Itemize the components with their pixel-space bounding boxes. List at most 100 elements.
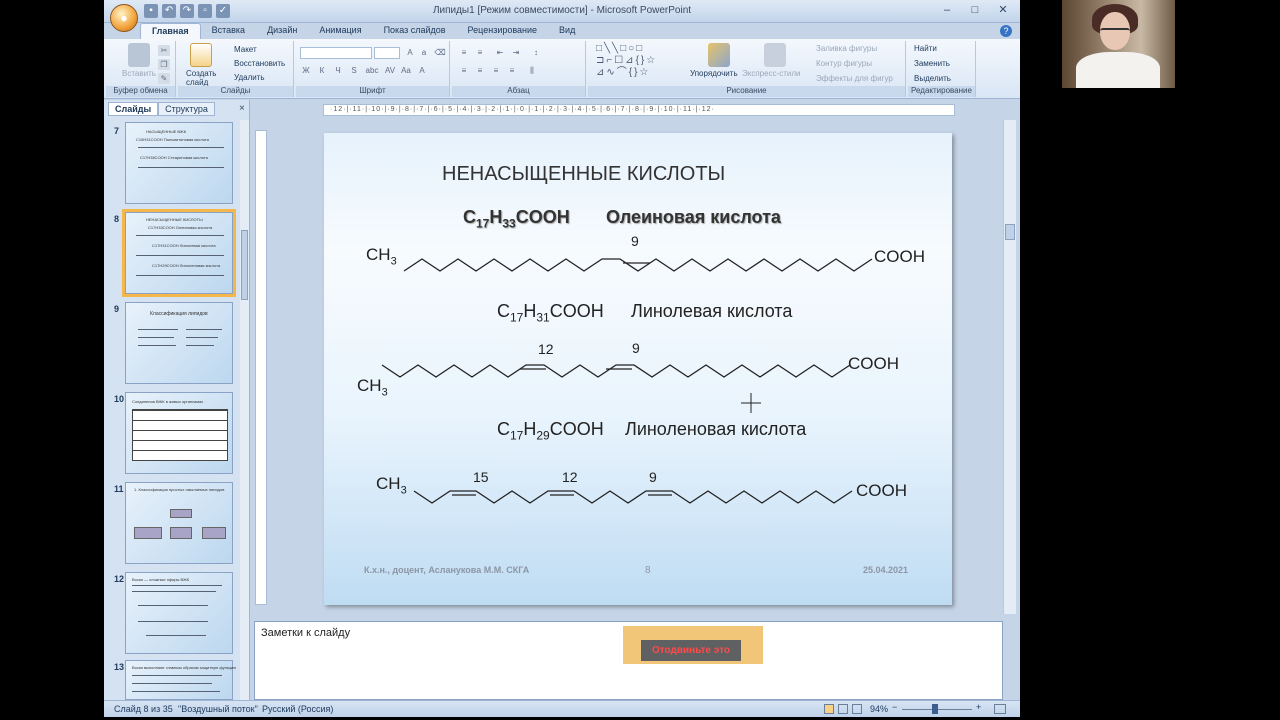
align-right-icon[interactable]: ≡ [490, 65, 502, 76]
tab-animation[interactable]: Анимация [308, 23, 372, 39]
notes-label: Заметки к слайду [261, 627, 351, 639]
minimize-button[interactable]: – [934, 3, 960, 18]
shape-outline-button[interactable]: Контур фигуры [816, 59, 872, 68]
spacing-button[interactable]: AV [384, 65, 396, 76]
tab-slideshow[interactable]: Показ слайдов [373, 23, 457, 39]
new-slide-button[interactable]: Создать слайд [186, 69, 220, 87]
maximize-button[interactable]: □ [962, 3, 988, 18]
tab-slides[interactable]: Слайды [108, 102, 159, 116]
layout-button[interactable]: Макет [234, 45, 257, 54]
align-center-icon[interactable]: ≡ [474, 65, 486, 76]
shape-fill-button[interactable]: Заливка фигуры [816, 44, 877, 53]
shape-effects-button[interactable]: Эффекты для фигур [816, 74, 893, 83]
fit-to-window-icon[interactable] [994, 704, 1006, 714]
normal-view-icon[interactable] [824, 704, 834, 714]
italic-button[interactable]: К [316, 65, 328, 76]
shapes-gallery[interactable]: □╲╲□○□ ⊐⌐☐⊿{}☆ ⊿∿⌒{}☆ [596, 43, 680, 79]
grow-font-icon[interactable]: A [404, 47, 416, 58]
thumb-number: 8 [114, 214, 120, 224]
slide-canvas[interactable]: НЕНАСЫЩЕННЫЕ КИСЛОТЫ C17H33COOH Олеинова… [324, 133, 952, 605]
change-case-button[interactable]: Aa [400, 65, 412, 76]
shadow-button[interactable]: S [348, 65, 360, 76]
slide-thumbnail-7[interactable]: НАСЫЩЕННЫЕ ВЖК C15H31COOH Пальмитиновая … [125, 122, 233, 204]
thumb-line [132, 591, 216, 592]
language-indicator[interactable]: Русский (Россия) [262, 704, 333, 714]
tab-design[interactable]: Дизайн [256, 23, 308, 39]
slide-sorter-icon[interactable] [838, 704, 848, 714]
slide-thumbnail-8[interactable]: НЕНАСЫЩЕННЫЕ КИСЛОТЫ C17H33COOH Олеинова… [122, 209, 236, 297]
line-spacing-icon[interactable]: ↕ [530, 47, 542, 58]
thumb-text: C17H31COOH Линолевая кислота [152, 243, 216, 248]
notes-pane[interactable]: Заметки к слайду Отодвиньте это [254, 621, 1003, 700]
replace-button[interactable]: Заменить [914, 59, 950, 68]
tab-review[interactable]: Рецензирование [457, 23, 549, 39]
slide-thumbnail-11[interactable]: 1. Классификация простых омыляемых липид… [125, 482, 233, 564]
decrease-indent-icon[interactable]: ⇤ [494, 47, 506, 58]
thumb-chain [136, 275, 224, 276]
tab-view[interactable]: Вид [548, 23, 586, 39]
copy-icon[interactable]: ❐ [158, 59, 170, 70]
find-button[interactable]: Найти [914, 44, 937, 53]
tab-home[interactable]: Главная [140, 23, 201, 39]
close-button[interactable]: ✕ [990, 3, 1016, 18]
slideshow-view-icon[interactable] [852, 704, 862, 714]
format-painter-icon[interactable]: ✎ [158, 73, 170, 84]
panel-scrollbar[interactable] [240, 120, 249, 700]
select-button[interactable]: Выделить [914, 74, 951, 83]
linoleic-chain [381, 364, 851, 378]
columns-icon[interactable]: ⫼ [526, 65, 538, 76]
slide-thumbnail-9[interactable]: Классификация липидов [125, 302, 233, 384]
align-left-icon[interactable]: ≡ [458, 65, 470, 76]
underline-button[interactable]: Ч [332, 65, 344, 76]
slide-thumbnail-13[interactable]: Воски выполняют главным образом защитную… [125, 660, 236, 700]
status-bar: Слайд 8 из 35 "Воздушный поток" Русский … [104, 700, 1020, 717]
tab-outline[interactable]: Структура [158, 102, 215, 116]
zoom-out-button[interactable]: − [892, 702, 897, 712]
arrange-button[interactable]: Упорядочить [690, 69, 738, 78]
delete-slide-button[interactable]: Удалить [234, 73, 265, 82]
thumb-text: Воски — сложные эфиры ВЖК [132, 577, 190, 582]
justify-icon[interactable]: ≡ [506, 65, 518, 76]
bold-button[interactable]: Ж [300, 65, 312, 76]
new-slide-icon [190, 43, 212, 67]
font-group: A a ⌫ Ж К Ч S abc AV Aa A Шрифт [296, 41, 450, 97]
cut-icon[interactable]: ✂ [158, 45, 170, 56]
numbering-icon[interactable]: ≡ [474, 47, 486, 58]
editing-group: Найти Заменить Выделить Редактирование [908, 41, 976, 97]
font-label: Шрифт [296, 86, 449, 97]
overlay-text: Отодвиньте это [641, 640, 741, 661]
zoom-level[interactable]: 94% [870, 704, 888, 714]
reset-button[interactable]: Восстановить [234, 59, 285, 68]
editing-label: Редактирование [908, 86, 975, 97]
help-icon[interactable]: ? [1000, 25, 1012, 37]
font-color-button[interactable]: A [416, 65, 428, 76]
clear-format-icon[interactable]: ⌫ [434, 47, 446, 58]
thumb-chain [136, 255, 224, 256]
bullets-icon[interactable]: ≡ [458, 47, 470, 58]
strikethrough-button[interactable]: abc [364, 65, 380, 76]
slide-scrollbar[interactable] [1003, 120, 1016, 614]
slide-thumbnail-12[interactable]: Воски — сложные эфиры ВЖК [125, 572, 233, 654]
slide-thumbnail-10[interactable]: Соединения ВЖК в живых организмах [125, 392, 233, 474]
thumb-text: C15H31COOH Пальмитиновая кислота [136, 137, 209, 142]
paste-button[interactable]: Вставить [122, 69, 156, 78]
slide-scrollbar-thumb[interactable] [1005, 224, 1015, 240]
powerpoint-window: ▪ ↶ ↷ ▫ ✓ Липиды1 [Режим совместимости] … [104, 0, 1020, 717]
shrink-font-icon[interactable]: a [418, 47, 430, 58]
font-size-field[interactable] [374, 47, 400, 59]
thumb-number: 11 [114, 484, 124, 494]
horizontal-ruler: ·12·|·11·|·10·|·9·|·8·|·7·|·6·|·5·|·4·|·… [323, 104, 955, 116]
thumb-line [138, 329, 178, 330]
close-panel-icon[interactable]: × [239, 103, 245, 114]
zoom-slider-knob[interactable] [932, 704, 938, 714]
drawing-label: Рисование [588, 86, 905, 97]
tab-insert[interactable]: Вставка [201, 23, 256, 39]
office-button[interactable]: ● [110, 4, 138, 32]
zoom-in-button[interactable]: + [976, 702, 981, 712]
increase-indent-icon[interactable]: ⇥ [510, 47, 522, 58]
quick-styles-button[interactable]: Экспресс-стили [742, 69, 801, 78]
panel-scrollbar-thumb[interactable] [241, 230, 248, 300]
font-name-field[interactable] [300, 47, 372, 59]
slide-counter: Слайд 8 из 35 [114, 704, 173, 714]
theme-name[interactable]: "Воздушный поток" [178, 704, 258, 714]
